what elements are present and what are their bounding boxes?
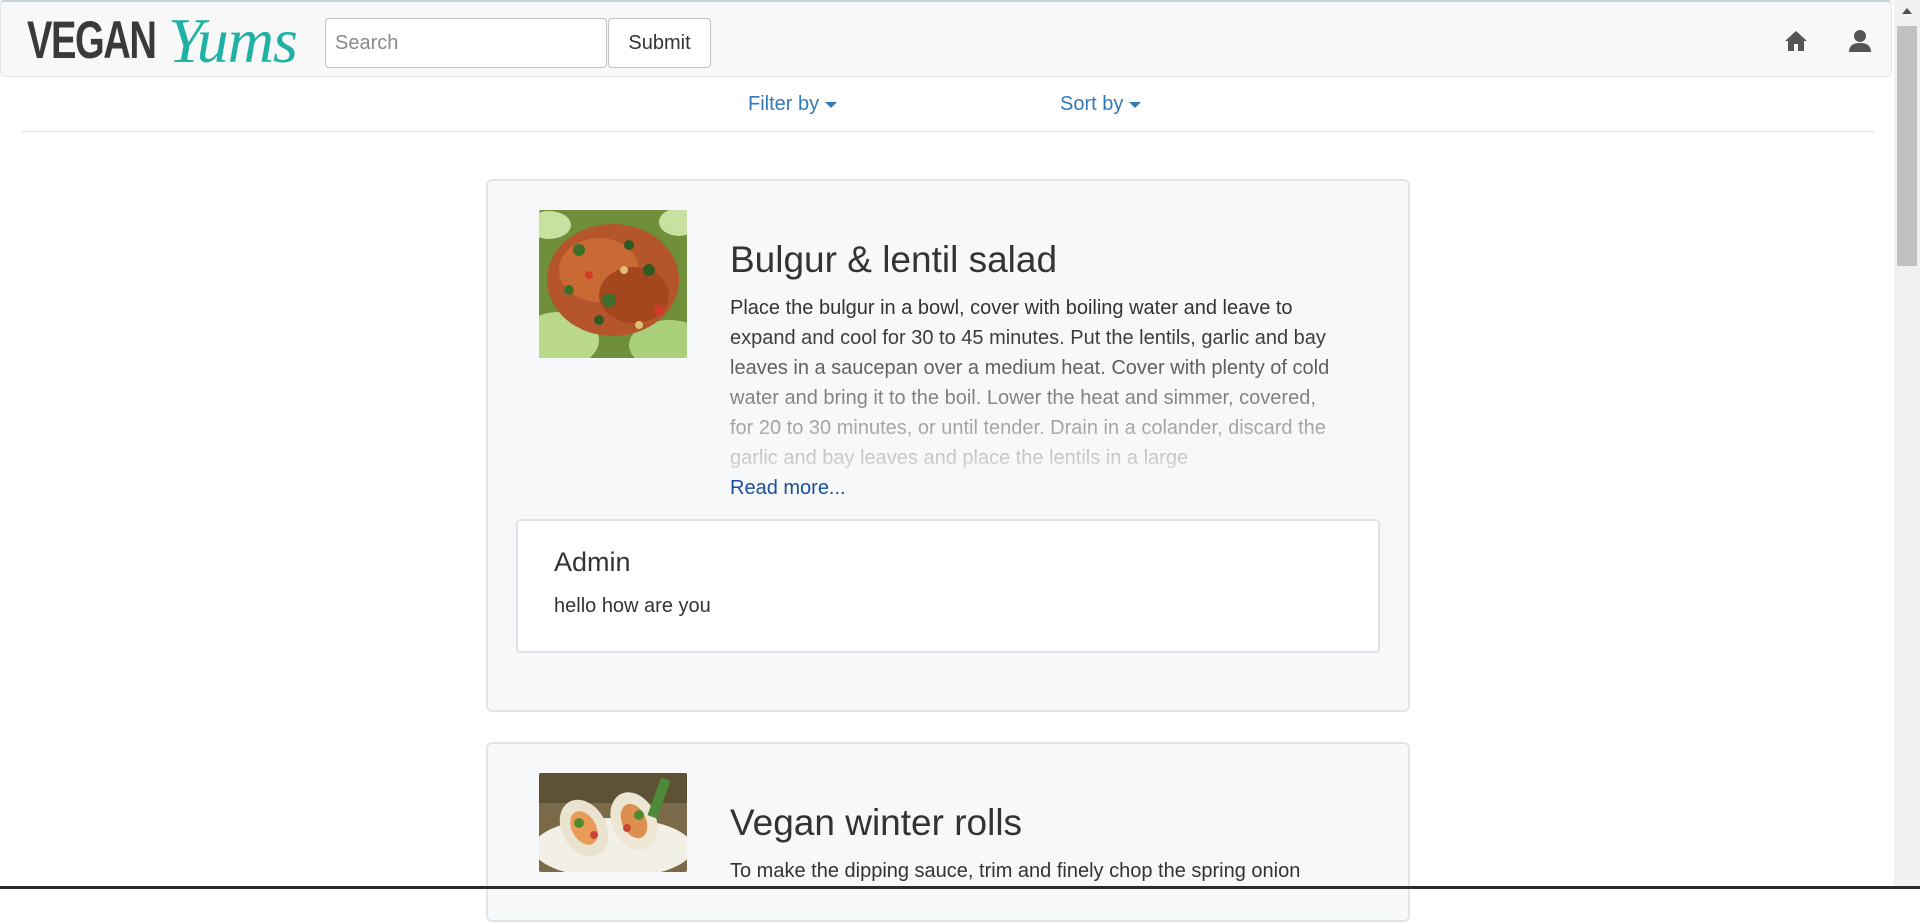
comment-author: Admin <box>554 547 631 577</box>
brand-logo[interactable]: VEGAN Yums <box>27 5 298 76</box>
recipe-excerpt: To make the dipping sauce, trim and fine… <box>730 860 1301 882</box>
recipe-image[interactable] <box>539 773 687 872</box>
recipe-title[interactable]: Vegan winter rolls <box>730 802 1022 844</box>
caret-down-icon <box>825 101 838 108</box>
caret-down-icon <box>1129 101 1142 108</box>
user-icon[interactable] <box>1847 28 1873 54</box>
recipe-card: Bulgur & lentil salad Place the bulgur i… <box>486 179 1410 712</box>
filter-dropdown[interactable]: Filter by <box>748 93 838 116</box>
recipe-excerpt: Place the bulgur in a bowl, cover with b… <box>730 297 1330 469</box>
filter-label: Filter by <box>748 93 820 115</box>
comment-box: Admin hello how are you <box>516 519 1380 653</box>
sort-dropdown[interactable]: Sort by <box>1060 93 1142 116</box>
filter-sort-bar: Filter by Sort by <box>22 86 1874 132</box>
vertical-scrollbar[interactable] <box>1894 0 1920 889</box>
recipe-image[interactable] <box>539 210 687 358</box>
search-input[interactable] <box>325 18 607 68</box>
brand-logo-vegan: VEGAN <box>27 11 157 70</box>
read-more-link[interactable]: Read more... <box>730 477 846 500</box>
submit-button[interactable]: Submit <box>608 18 711 68</box>
comment-text: hello how are you <box>554 595 711 617</box>
home-icon[interactable] <box>1783 28 1809 54</box>
navbar: VEGAN Yums Submit <box>0 0 1892 77</box>
recipe-title[interactable]: Bulgur & lentil salad <box>730 239 1057 281</box>
brand-logo-yums: Yums <box>168 5 298 76</box>
recipe-card: Vegan winter rolls To make the dipping s… <box>486 742 1410 922</box>
scrollbar-thumb[interactable] <box>1897 26 1917 266</box>
sort-label: Sort by <box>1060 93 1124 115</box>
scroll-up-arrow-icon[interactable] <box>1902 8 1912 14</box>
